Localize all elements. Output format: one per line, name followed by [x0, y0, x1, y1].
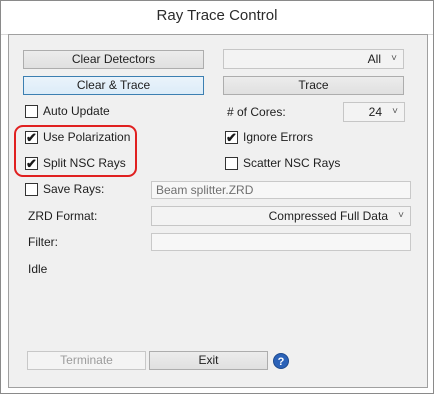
auto-update-label: Auto Update: [43, 104, 110, 118]
zrd-format-value: Compressed Full Data: [268, 209, 388, 223]
ray-trace-control-window: Ray Trace Control Clear Detectors All ˅ …: [0, 0, 434, 394]
zrd-format-label: ZRD Format:: [28, 209, 98, 223]
save-rays-label: Save Rays:: [43, 182, 105, 196]
polarization-highlight: [14, 125, 137, 177]
chevron-down-icon: ˅: [391, 53, 397, 64]
window-title: Ray Trace Control: [156, 7, 278, 24]
zrd-format-select[interactable]: Compressed Full Data ˅: [151, 206, 411, 226]
chevron-down-icon: ˅: [398, 210, 404, 221]
cores-label: # of Cores:: [227, 105, 286, 119]
terminate-button[interactable]: Terminate: [27, 351, 146, 370]
exit-button[interactable]: Exit: [149, 351, 268, 370]
chevron-down-icon: ˅: [392, 106, 398, 117]
clear-detectors-button[interactable]: Clear Detectors: [23, 50, 204, 69]
cores-select[interactable]: 24 ˅: [343, 102, 405, 122]
trace-button[interactable]: Trace: [223, 76, 404, 95]
scatter-nsc-rays-checkbox[interactable]: [225, 157, 238, 170]
save-rays-checkbox[interactable]: [25, 183, 38, 196]
auto-update-checkbox[interactable]: [25, 105, 38, 118]
title-bar[interactable]: Ray Trace Control: [1, 1, 433, 35]
help-icon[interactable]: ?: [273, 353, 289, 369]
detector-select[interactable]: All ˅: [223, 49, 404, 69]
cores-select-value: 24: [368, 105, 382, 119]
ignore-errors-label: Ignore Errors: [243, 130, 314, 144]
clear-trace-button[interactable]: Clear & Trace: [23, 76, 204, 95]
scatter-nsc-rays-label: Scatter NSC Rays: [243, 156, 341, 170]
save-rays-file-input[interactable]: Beam splitter.ZRD: [151, 181, 411, 199]
filter-input[interactable]: [151, 233, 411, 251]
checkmark-icon: ✔: [226, 130, 237, 145]
detector-select-value: All: [367, 52, 381, 66]
status-text: Idle: [28, 262, 48, 276]
filter-label: Filter:: [28, 235, 58, 249]
ignore-errors-checkbox[interactable]: ✔: [225, 131, 238, 144]
